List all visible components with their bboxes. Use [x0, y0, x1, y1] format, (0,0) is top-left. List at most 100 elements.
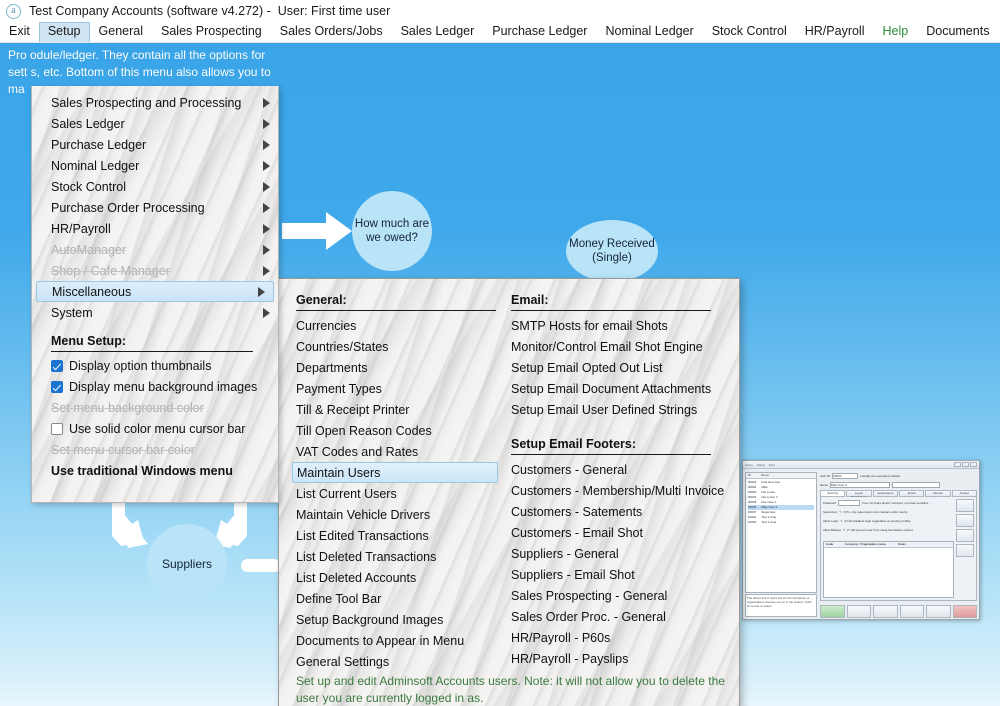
- thumbnail-menu-setup: Setup: [756, 462, 765, 467]
- setup-item-purchase-order-processing[interactable]: Purchase Order Processing: [32, 197, 278, 218]
- submenu-item-suppliers-general[interactable]: Suppliers - General: [511, 543, 725, 564]
- menubar-item-purchase-ledger[interactable]: Purchase Ledger: [483, 22, 596, 42]
- checkbox-checked-icon[interactable]: [51, 380, 63, 393]
- menubar-item-nominal-ledger[interactable]: Nominal Ledger: [596, 22, 702, 42]
- menubar-item-general[interactable]: General: [90, 22, 152, 42]
- option-use-solid-color-menu-cursor-bar[interactable]: Use solid color menu cursor bar: [32, 418, 278, 439]
- thumbnail-side-buttons: [956, 499, 974, 559]
- intro-line-2: sett s, etc. Bottom of this menu also al…: [8, 65, 271, 79]
- grid-header-notes: Notes: [897, 542, 906, 546]
- menubar-item-sales-orders-jobs[interactable]: Sales Orders/Jobs: [271, 22, 392, 42]
- row-label: Password: [823, 500, 837, 505]
- thumbnail-tab-email: Email: [898, 490, 925, 497]
- setup-item-system[interactable]: System: [32, 302, 278, 323]
- submenu-item-departments[interactable]: Departments: [296, 357, 510, 378]
- submenu-item-customers-general[interactable]: Customers - General: [511, 459, 725, 480]
- setup-dropdown-menu[interactable]: Sales Prospecting and Processing Sales L…: [31, 86, 279, 503]
- thumbnail-button-save: [926, 605, 951, 618]
- checkbox-unchecked-icon[interactable]: [51, 422, 63, 435]
- submenu-item-countries-states[interactable]: Countries/States: [296, 336, 510, 357]
- maintain-users-thumbnail-preview: Users Setup Print ID Name 00001 First tim…: [742, 460, 980, 620]
- thumbnail-list-header-name: Name: [761, 473, 770, 477]
- submenu-item-setup-email-opted-out-list[interactable]: Setup Email Opted Out List: [511, 357, 725, 378]
- submenu-item-hr-payroll-p60s[interactable]: HR/Payroll - P60s: [511, 627, 725, 648]
- submenu-item-list-deleted-accounts[interactable]: List Deleted Accounts: [296, 567, 510, 588]
- main-menu-bar[interactable]: Exit Setup General Sales Prospecting Sal…: [0, 22, 1000, 43]
- row-note: (N will disallow login regardless of sec…: [844, 518, 911, 523]
- submenu-item-suppliers-email-shot[interactable]: Suppliers - Email Shot: [511, 564, 725, 585]
- menubar-item-documents[interactable]: Documents: [917, 22, 998, 42]
- thumbnail-footer-buttons: [820, 605, 977, 618]
- option-display-option-thumbnails[interactable]: Display option thumbnails: [32, 355, 278, 376]
- submenu-item-sales-order-proc-general[interactable]: Sales Order Proc. - General: [511, 606, 725, 627]
- submenu-item-payment-types[interactable]: Payment Types: [296, 378, 510, 399]
- submenu-item-till-receipt-printer[interactable]: Till & Receipt Printer: [296, 399, 510, 420]
- option-label: Set menu cursor bar color: [51, 442, 195, 457]
- submenu-item-monitor-control-email-shot-engine[interactable]: Monitor/Control Email Shot Engine: [511, 336, 725, 357]
- submenu-item-customers-satements[interactable]: Customers - Satements: [511, 501, 725, 522]
- field-value: Mike User 2: [830, 481, 891, 488]
- checkbox-checked-icon[interactable]: [51, 359, 63, 372]
- thumbnail-tab-internet: Internet: [925, 490, 951, 497]
- submenu-item-vat-codes-and-rates[interactable]: VAT Codes and Rates: [296, 441, 510, 462]
- thumbnail-list-note: The above list of users are for all comp…: [745, 594, 817, 617]
- setup-item-purchase-ledger[interactable]: Purchase Ledger: [32, 134, 278, 155]
- thumbnail-button-new-user: [873, 605, 898, 618]
- submenu-item-customers-membership-multi-invoice[interactable]: Customers - Membership/Multi Invoice: [511, 480, 725, 501]
- grid-header-company: Company / Organisation name: [845, 542, 886, 546]
- option-use-traditional-windows-menu[interactable]: Use traditional Windows menu: [32, 460, 278, 481]
- submenu-item-setup-email-document-attachments[interactable]: Setup Email Document Attachments: [511, 378, 725, 399]
- menubar-item-sales-ledger[interactable]: Sales Ledger: [392, 22, 484, 42]
- chevron-right-icon: [263, 244, 270, 255]
- setup-item-sales-ledger[interactable]: Sales Ledger: [32, 113, 278, 134]
- submenu-item-setup-email-user-defined-strings[interactable]: Setup Email User Defined Strings: [511, 399, 725, 420]
- menubar-item-help[interactable]: Help: [874, 22, 918, 42]
- setup-item-automanager: AutoManager: [32, 239, 278, 260]
- submenu-item-till-open-reason-codes[interactable]: Till Open Reason Codes: [296, 420, 510, 441]
- submenu-item-documents-to-appear-in-menu[interactable]: Documents to Appear in Menu: [296, 630, 510, 651]
- thumbnail-profiles-grid: Code Company / Organisation name Notes: [823, 541, 954, 598]
- field-label: User ID: [820, 473, 831, 478]
- row-note: Over 10 chars and/or numbers, not case s…: [862, 500, 929, 505]
- submenu-hint-text: Set up and edit Adminsoft Accounts users…: [296, 674, 725, 705]
- menubar-item-stock-control[interactable]: Stock Control: [703, 22, 796, 42]
- submenu-item-maintain-vehicle-drivers[interactable]: Maintain Vehicle Drivers: [296, 504, 510, 525]
- submenu-item-setup-background-images[interactable]: Setup Background Images: [296, 609, 510, 630]
- setup-item-sales-prospecting-and-processing[interactable]: Sales Prospecting and Processing: [32, 92, 278, 113]
- bubble-suppliers: Suppliers: [147, 524, 227, 604]
- thumbnail-list-rows: 00001 First time user 00002 Mike 00003 Not …: [746, 479, 816, 526]
- intro-line-1: Pro odule/ledger. They contain all the o…: [8, 48, 266, 62]
- miscellaneous-submenu-panel[interactable]: General: Currencies Countries/States Dep…: [278, 278, 740, 706]
- submenu-item-list-edited-transactions[interactable]: List Edited Transactions: [296, 525, 510, 546]
- chevron-right-icon: [263, 118, 270, 129]
- option-label: Display menu background images: [69, 379, 258, 394]
- submenu-item-maintain-users[interactable]: Maintain Users: [292, 462, 498, 483]
- chevron-right-icon: [263, 223, 270, 234]
- menubar-item-sales-prospecting[interactable]: Sales Prospecting: [152, 22, 271, 42]
- submenu-item-smtp-hosts[interactable]: SMTP Hosts for email Shots: [511, 315, 725, 336]
- option-label: Set menu background color: [51, 400, 204, 415]
- setup-item-label: Miscellaneous: [52, 284, 132, 299]
- setup-item-nominal-ledger[interactable]: Nominal Ledger: [32, 155, 278, 176]
- row-flag: Y: [839, 509, 842, 514]
- setup-item-miscellaneous[interactable]: Miscellaneous: [36, 281, 274, 302]
- thumbnail-field-name: Name Mike User 2: [820, 481, 977, 488]
- menubar-item-hr-payroll[interactable]: HR/Payroll: [796, 22, 874, 42]
- option-display-menu-background-images[interactable]: Display menu background images: [32, 376, 278, 397]
- submenu-item-list-current-users[interactable]: List Current Users: [296, 483, 510, 504]
- submenu-item-currencies[interactable]: Currencies: [296, 315, 510, 336]
- thumbnail-button-other: [899, 605, 924, 618]
- menubar-item-setup[interactable]: Setup: [38, 22, 90, 42]
- setup-item-stock-control[interactable]: Stock Control: [32, 176, 278, 197]
- setup-item-hr-payroll[interactable]: HR/Payroll: [32, 218, 278, 239]
- submenu-item-hr-payroll-payslips[interactable]: HR/Payroll - Payslips: [511, 648, 725, 669]
- menubar-item-exit[interactable]: Exit: [0, 22, 39, 42]
- option-set-menu-cursor-bar-color: Set menu cursor bar color: [32, 439, 278, 460]
- submenu-item-sales-prospecting-general[interactable]: Sales Prospecting - General: [511, 585, 725, 606]
- chevron-right-icon: [263, 139, 270, 150]
- submenu-item-general-settings[interactable]: General Settings: [296, 651, 510, 672]
- bubble-money-received: Money Received (Single): [566, 220, 658, 282]
- submenu-item-define-tool-bar[interactable]: Define Tool Bar: [296, 588, 510, 609]
- submenu-item-customers-email-shot[interactable]: Customers - Email Shot: [511, 522, 725, 543]
- submenu-item-list-deleted-transactions[interactable]: List Deleted Transactions: [296, 546, 510, 567]
